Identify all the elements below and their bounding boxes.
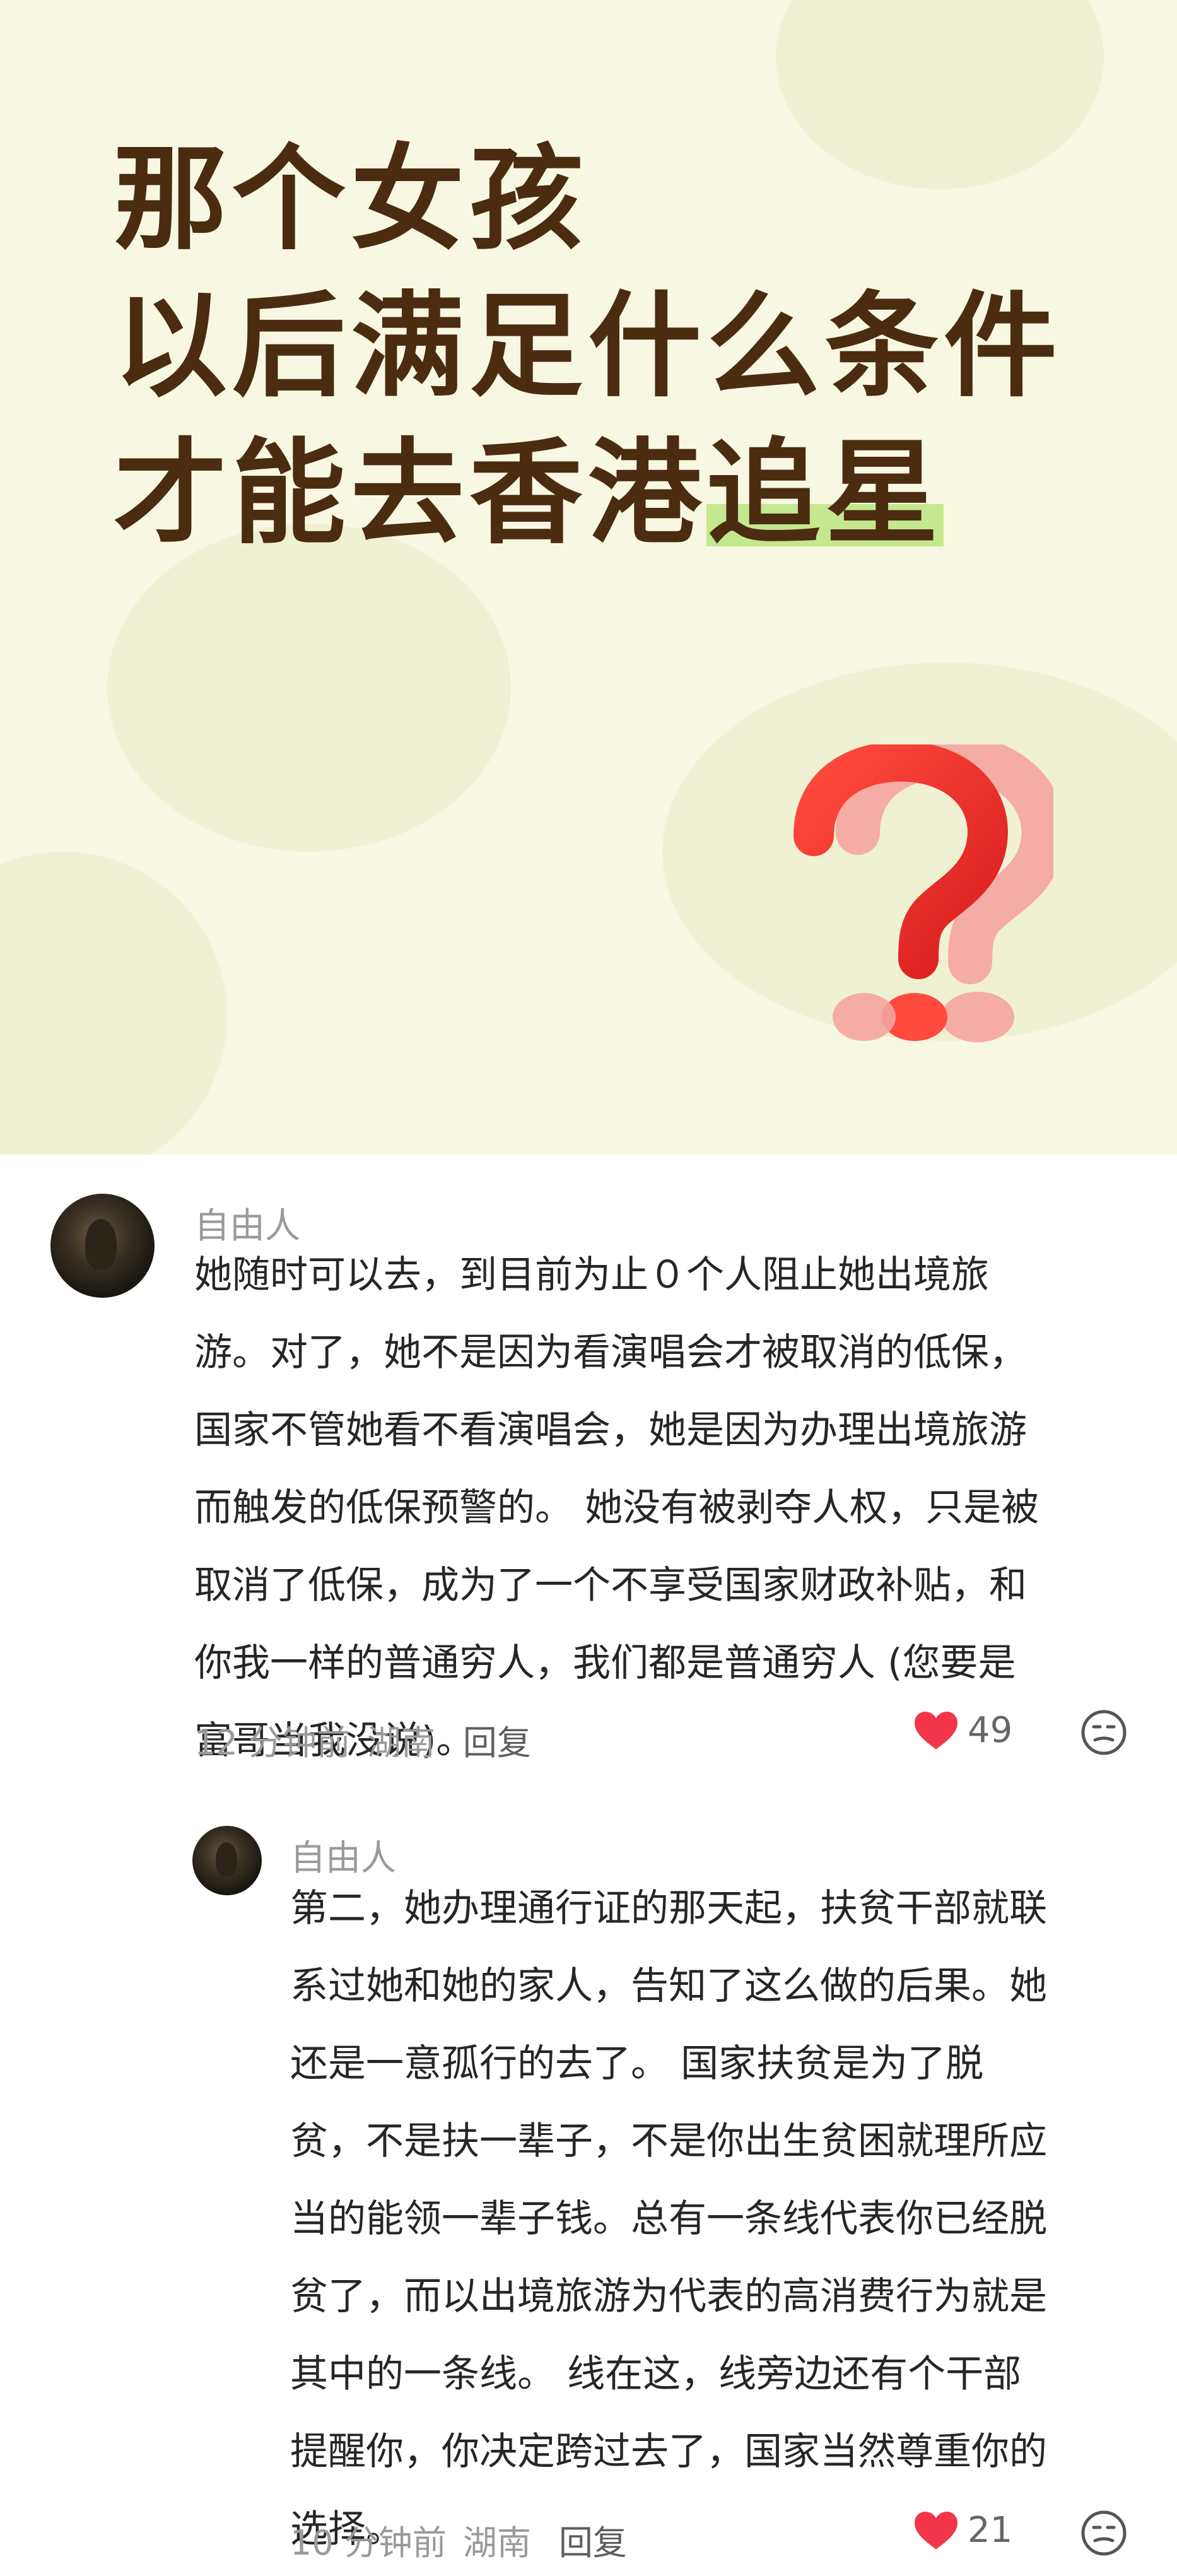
comment-text-line: 你我一样的普通穷人，我们都是普通穷人 (您要是 xyxy=(194,1641,1016,1685)
comment-text-line: 提醒你，你决定跨过去了，国家当然尊重你的 xyxy=(290,2430,1047,2474)
comment-meta: 12 分钟前 湖南 回复 xyxy=(194,1715,531,1765)
comment-text-line: 系过她和她的家人，告知了这么做的后果。她 xyxy=(290,1964,1047,2008)
comment-text-line: 取消了低保，成为了一个不享受国家财政补贴，和 xyxy=(194,1563,1027,1608)
dislike-icon[interactable] xyxy=(1080,1709,1128,1756)
comment-time: 10 分钟前 xyxy=(290,2523,447,2563)
comment-text: 她随时可以去，到目前为止０个人阻止她出境旅 游。对了，她不是因为看演唱会才被取消… xyxy=(194,1237,1039,1780)
comment-item: 自由人 她随时可以去，到目前为止０个人阻止她出境旅 游。对了，她不是因为看演唱会… xyxy=(0,1155,1177,1825)
avatar[interactable] xyxy=(192,1826,262,1895)
comment-text-line: 当的能领一辈子钱。总有一条线代表你已经脱 xyxy=(290,2197,1047,2241)
comment-location: 湖南 xyxy=(462,2523,531,2563)
headline-line-1: 那个女孩 xyxy=(114,134,588,266)
comment-text-line: 第二，她办理通行证的那天起，扶贫干部就联 xyxy=(290,1886,1047,1931)
comment-meta: 10 分钟前 湖南 回复 xyxy=(290,2515,627,2565)
cover-headline: 那个女孩 以后满足什么条件 才能去香港追星 xyxy=(114,126,1062,567)
avatar[interactable] xyxy=(50,1194,155,1298)
reply-button[interactable]: 回复 xyxy=(559,2523,627,2563)
reply-button[interactable]: 回复 xyxy=(463,1723,531,1763)
comment-text-line: 她随时可以去，到目前为止０个人阻止她出境旅 xyxy=(194,1253,989,1297)
avatar-figure xyxy=(85,1219,117,1269)
like-button[interactable]: 49 xyxy=(913,1710,1012,1751)
comment-location: 湖南 xyxy=(366,1723,435,1763)
headline-highlight: 追星 xyxy=(706,428,944,560)
headline-line-3: 才能去香港追星 xyxy=(114,420,1062,567)
like-count: 49 xyxy=(968,1710,1013,1751)
question-mark-icon xyxy=(793,744,1053,1042)
comment-text-line: 贫了，而以出境旅游为代表的高消费行为就是 xyxy=(290,2274,1047,2319)
comment-text-line: 而触发的低保预警的。 她没有被剥夺人权，只是被 xyxy=(194,1486,1039,1530)
background-shape xyxy=(107,524,511,852)
comment-text: 第二，她办理通行证的那天起，扶贫干部就联 系过她和她的家人，告知了这么做的后果。… xyxy=(290,1870,1047,2568)
comment-text-line: 其中的一条线。 线在这，线旁边还有个干部 xyxy=(290,2352,1022,2396)
comment-text-line: 还是一意孤行的去了。 国家扶贫是为了脱 xyxy=(290,2042,984,2086)
comment-time: 12 分钟前 xyxy=(194,1723,351,1763)
reply-comment-item: 自由人 第二，她办理通行证的那天起，扶贫干部就联 系过她和她的家人，告知了这么做… xyxy=(0,1825,1177,2576)
comment-text-line: 贫，不是扶一辈子，不是你出生贫困就理所应 xyxy=(290,2119,1047,2163)
like-count: 21 xyxy=(968,2510,1013,2551)
post-cover-image: 那个女孩 以后满足什么条件 才能去香港追星 xyxy=(0,0,1177,1155)
headline-line-2: 以后满足什么条件 xyxy=(114,281,1063,413)
dislike-icon[interactable] xyxy=(1080,2509,1128,2557)
comment-text-line: 游。对了，她不是因为看演唱会才被取消的低保， xyxy=(194,1331,1027,1375)
like-button[interactable]: 21 xyxy=(913,2510,1012,2551)
heart-icon xyxy=(915,2511,957,2550)
comment-text-line: 国家不管她看不看演唱会，她是因为办理出境旅游 xyxy=(194,1408,1027,1452)
avatar-figure xyxy=(216,1842,237,1876)
headline-line-3-text: 才能去香港 xyxy=(114,428,707,560)
heart-icon xyxy=(915,1711,957,1750)
background-shape xyxy=(0,852,227,1155)
